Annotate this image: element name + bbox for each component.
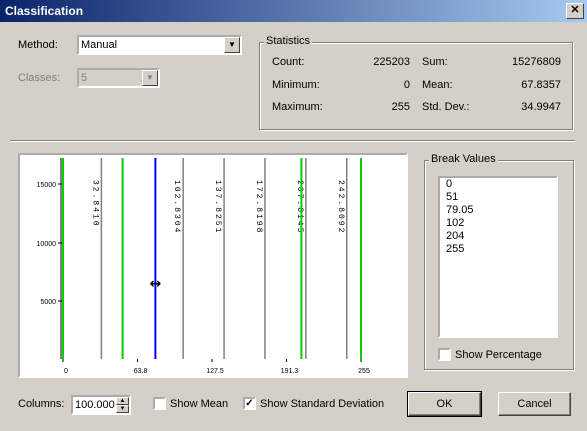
count-value: 225203 (373, 56, 410, 68)
list-item[interactable]: 51 (440, 191, 556, 204)
break-line-label: 137.8251 (213, 180, 222, 234)
minimum-value: 0 (403, 79, 410, 91)
ok-button[interactable]: OK (407, 391, 482, 417)
chevron-down-icon[interactable]: ▼ (142, 70, 158, 86)
show-percentage-checkbox[interactable] (438, 348, 451, 361)
break-values-list[interactable]: 0 51 79.05 102 204 255 (438, 176, 558, 338)
break-line-label: 102.8304 (172, 180, 181, 234)
show-std-dev-label: Show Standard Deviation (260, 398, 385, 410)
spinner-arrows[interactable]: ▲ ▼ (116, 397, 129, 413)
classes-label: Classes: (18, 72, 61, 84)
sum-label: Sum: (422, 56, 448, 68)
classes-value: 5 (81, 72, 88, 84)
close-button[interactable]: ✕ (566, 3, 584, 19)
title-bar[interactable]: Classification ✕ (0, 0, 587, 22)
list-item[interactable]: 79.05 (440, 204, 556, 217)
x-tick-label: 191.3 (281, 368, 299, 375)
mean-value: 67.8357 (521, 79, 561, 91)
histogram-chart[interactable]: 15000 10000 5000 0 63.8 127.5 191.3 255 32.8410 1… (18, 153, 408, 378)
mean-label: Mean: (422, 79, 453, 91)
break-line-label: 207.8145 (295, 180, 304, 234)
show-std-dev-checkbox[interactable]: ✓ (243, 397, 256, 410)
list-item[interactable]: 204 (440, 230, 556, 243)
statistics-title: Statistics (264, 35, 313, 47)
list-item[interactable]: 255 (440, 243, 556, 256)
x-tick-label: 255 (358, 368, 370, 375)
separator (10, 140, 575, 142)
columns-spinner[interactable]: 100.000 ▲ ▼ (71, 395, 131, 415)
spin-up-icon[interactable]: ▲ (116, 397, 129, 405)
method-dropdown[interactable]: Manual ▼ (77, 35, 242, 55)
std-dev-label: Std. Dev.: (422, 101, 470, 113)
count-label: Count: (272, 56, 305, 68)
resize-cursor-icon: ↔ (150, 276, 162, 292)
x-tick-label: 127.5 (206, 368, 224, 375)
list-item[interactable]: 0 (440, 178, 556, 191)
break-line-label: 242.8092 (336, 180, 345, 234)
y-tick-label: 5000 (40, 299, 56, 306)
break-line-label: 172.8198 (254, 180, 263, 234)
window-title: Classification (5, 4, 84, 18)
std-dev-value: 34.9947 (521, 101, 561, 113)
x-tick-label: 63.8 (134, 368, 148, 375)
break-line-label: 32.8410 (90, 180, 99, 228)
list-item[interactable]: 102 (440, 217, 556, 230)
y-tick-label: 15000 (37, 182, 57, 189)
method-value: Manual (81, 39, 118, 51)
cancel-button[interactable]: Cancel (498, 392, 571, 416)
method-label: Method: (18, 39, 58, 51)
classes-dropdown[interactable]: 5 ▼ (77, 68, 160, 88)
y-tick-label: 10000 (37, 241, 57, 248)
break-values-title: Break Values (429, 153, 498, 165)
columns-value: 100.000 (75, 399, 115, 411)
minimum-label: Minimum: (272, 79, 320, 91)
show-mean-label: Show Mean (170, 398, 229, 410)
show-percentage-label: Show Percentage (455, 349, 542, 361)
maximum-value: 255 (391, 101, 410, 113)
chevron-down-icon[interactable]: ▼ (224, 37, 240, 53)
show-mean-checkbox[interactable] (153, 397, 166, 410)
spin-down-icon[interactable]: ▼ (116, 405, 129, 413)
sum-value: 15276809 (512, 56, 561, 68)
columns-label: Columns: (18, 398, 65, 410)
x-tick-label: 0 (64, 368, 68, 375)
histogram-svg[interactable]: 15000 10000 5000 0 63.8 127.5 191.3 255 32.8410 1… (20, 155, 406, 376)
maximum-label: Maximum: (272, 101, 323, 113)
